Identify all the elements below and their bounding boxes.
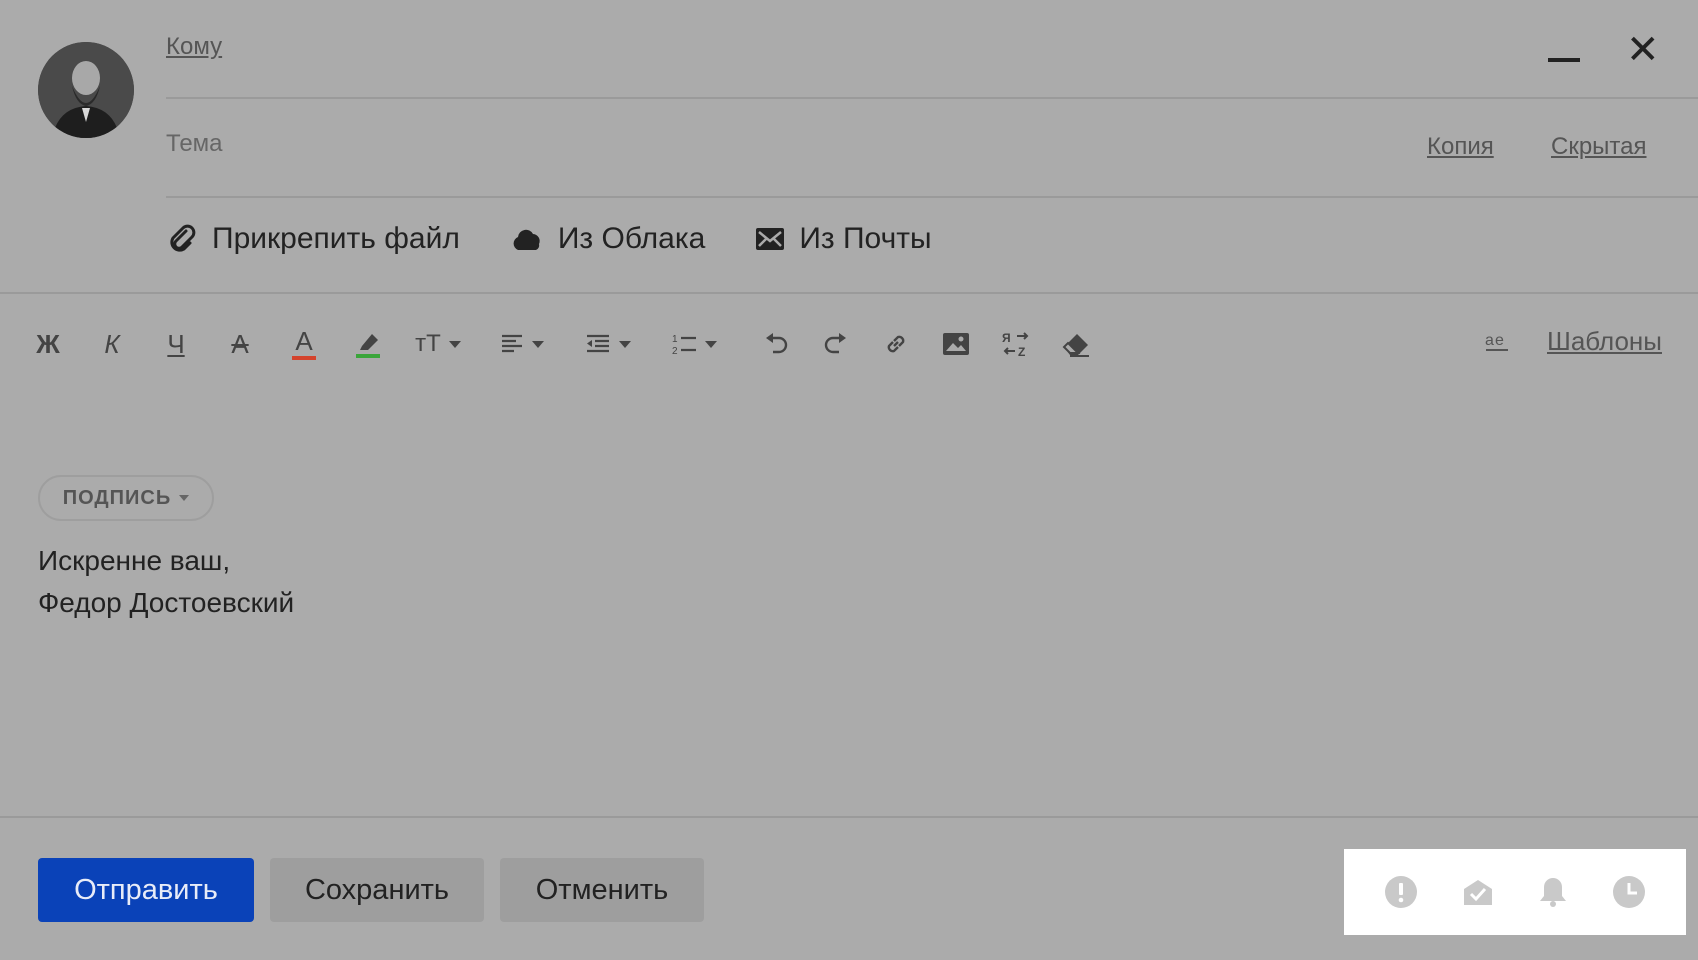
list-button[interactable]: 1 2 (666, 322, 722, 366)
underline-icon: Ч (167, 328, 185, 359)
undo-icon (766, 333, 788, 354)
send-options-panel (1344, 849, 1686, 935)
indent-button[interactable] (580, 322, 636, 366)
chevron-down-icon (448, 340, 461, 348)
important-icon[interactable] (1384, 875, 1418, 909)
to-field-label[interactable]: Кому (166, 33, 222, 61)
translate-icon: Я Z (1002, 331, 1029, 358)
footer-separator (0, 816, 1698, 818)
svg-text:e: e (1495, 332, 1504, 349)
attach-file-button[interactable]: Прикрепить файл (166, 222, 460, 256)
chevron-down-icon (619, 340, 631, 348)
from-mail-label: Из Почты (799, 222, 932, 255)
redo-icon (824, 333, 846, 354)
underline-button[interactable]: Ч (158, 322, 194, 366)
save-button[interactable]: Сохранить (270, 858, 484, 922)
cancel-button[interactable]: Отменить (500, 858, 704, 922)
signature-line: Федор Достоевский (38, 587, 295, 618)
strikethrough-icon: А (231, 328, 249, 359)
bold-button[interactable]: Ж (30, 322, 66, 366)
align-left-icon (502, 334, 522, 353)
svg-text:Z: Z (1018, 345, 1025, 358)
link-button[interactable] (878, 322, 914, 366)
minimize-button[interactable] (1548, 58, 1580, 62)
attachments-row: Прикрепить файл Из Облака Из Почты (166, 222, 982, 256)
signature-icon[interactable]: a e (1484, 328, 1510, 354)
indent-icon (587, 334, 609, 353)
italic-button[interactable]: К (94, 322, 130, 366)
svg-text:Я: Я (1002, 331, 1011, 345)
clear-formatting-button[interactable] (1058, 322, 1094, 366)
chevron-down-icon (705, 340, 717, 348)
redo-button[interactable] (818, 322, 854, 366)
font-size-icon: тТ (415, 330, 441, 357)
numbered-list-icon: 1 2 (672, 334, 696, 356)
svg-text:2: 2 (672, 346, 678, 356)
message-body[interactable]: Искренне ваш, Федор Достоевский (38, 540, 294, 624)
formatting-toolbar: Ж К Ч А А тТ 1 2 Я Z (30, 322, 1094, 366)
subject-field[interactable]: Тема (166, 130, 223, 158)
undo-button[interactable] (758, 322, 794, 366)
font-size-button[interactable]: тТ (410, 322, 466, 366)
paperclip-icon (170, 224, 196, 252)
from-mail-button[interactable]: Из Почты (755, 222, 932, 256)
chevron-down-icon (179, 495, 190, 501)
attach-file-label: Прикрепить файл (212, 222, 460, 255)
bold-icon: Ж (36, 328, 60, 359)
signature-chip-label: ПОДПИСЬ (62, 486, 172, 509)
send-button[interactable]: Отправить (38, 858, 254, 922)
image-icon (943, 333, 969, 355)
text-color-button[interactable]: А (286, 322, 322, 366)
text-color-swatch (292, 356, 316, 360)
chevron-down-icon (532, 340, 544, 348)
reminder-icon[interactable] (1538, 876, 1568, 908)
translate-button[interactable]: Я Z (998, 322, 1034, 366)
templates-link[interactable]: Шаблоны (1547, 326, 1662, 357)
highlight-swatch (356, 354, 380, 358)
italic-icon: К (104, 328, 120, 359)
align-button[interactable] (494, 322, 550, 366)
signature-dropdown[interactable]: ПОДПИСЬ (38, 475, 214, 521)
from-cloud-button[interactable]: Из Облака (510, 222, 705, 256)
mail-icon (756, 228, 785, 250)
footer-actions: Отправить Сохранить Отменить (38, 858, 720, 922)
strikethrough-button[interactable]: А (222, 322, 258, 366)
header-separator (0, 292, 1698, 294)
text-color-icon: А (295, 326, 313, 356)
cc-link[interactable]: Копия (1427, 133, 1494, 161)
subject-field-divider (166, 196, 1698, 198)
svg-text:1: 1 (672, 334, 678, 345)
highlight-button[interactable] (350, 322, 386, 366)
link-icon (887, 335, 905, 353)
from-cloud-label: Из Облака (557, 222, 706, 255)
to-field-divider (166, 97, 1698, 99)
sender-avatar[interactable] (38, 42, 134, 138)
insert-image-button[interactable] (938, 322, 974, 366)
eraser-icon (1062, 334, 1089, 357)
highlighter-icon (360, 334, 378, 350)
read-receipt-icon[interactable] (1462, 877, 1494, 907)
svg-text:a: a (1485, 332, 1494, 349)
signature-line: Искренне ваш, (38, 545, 231, 576)
bcc-link[interactable]: Скрытая (1551, 133, 1647, 161)
cloud-icon (513, 229, 540, 250)
schedule-icon[interactable] (1612, 875, 1646, 909)
close-icon[interactable]: ✕ (1626, 30, 1660, 70)
